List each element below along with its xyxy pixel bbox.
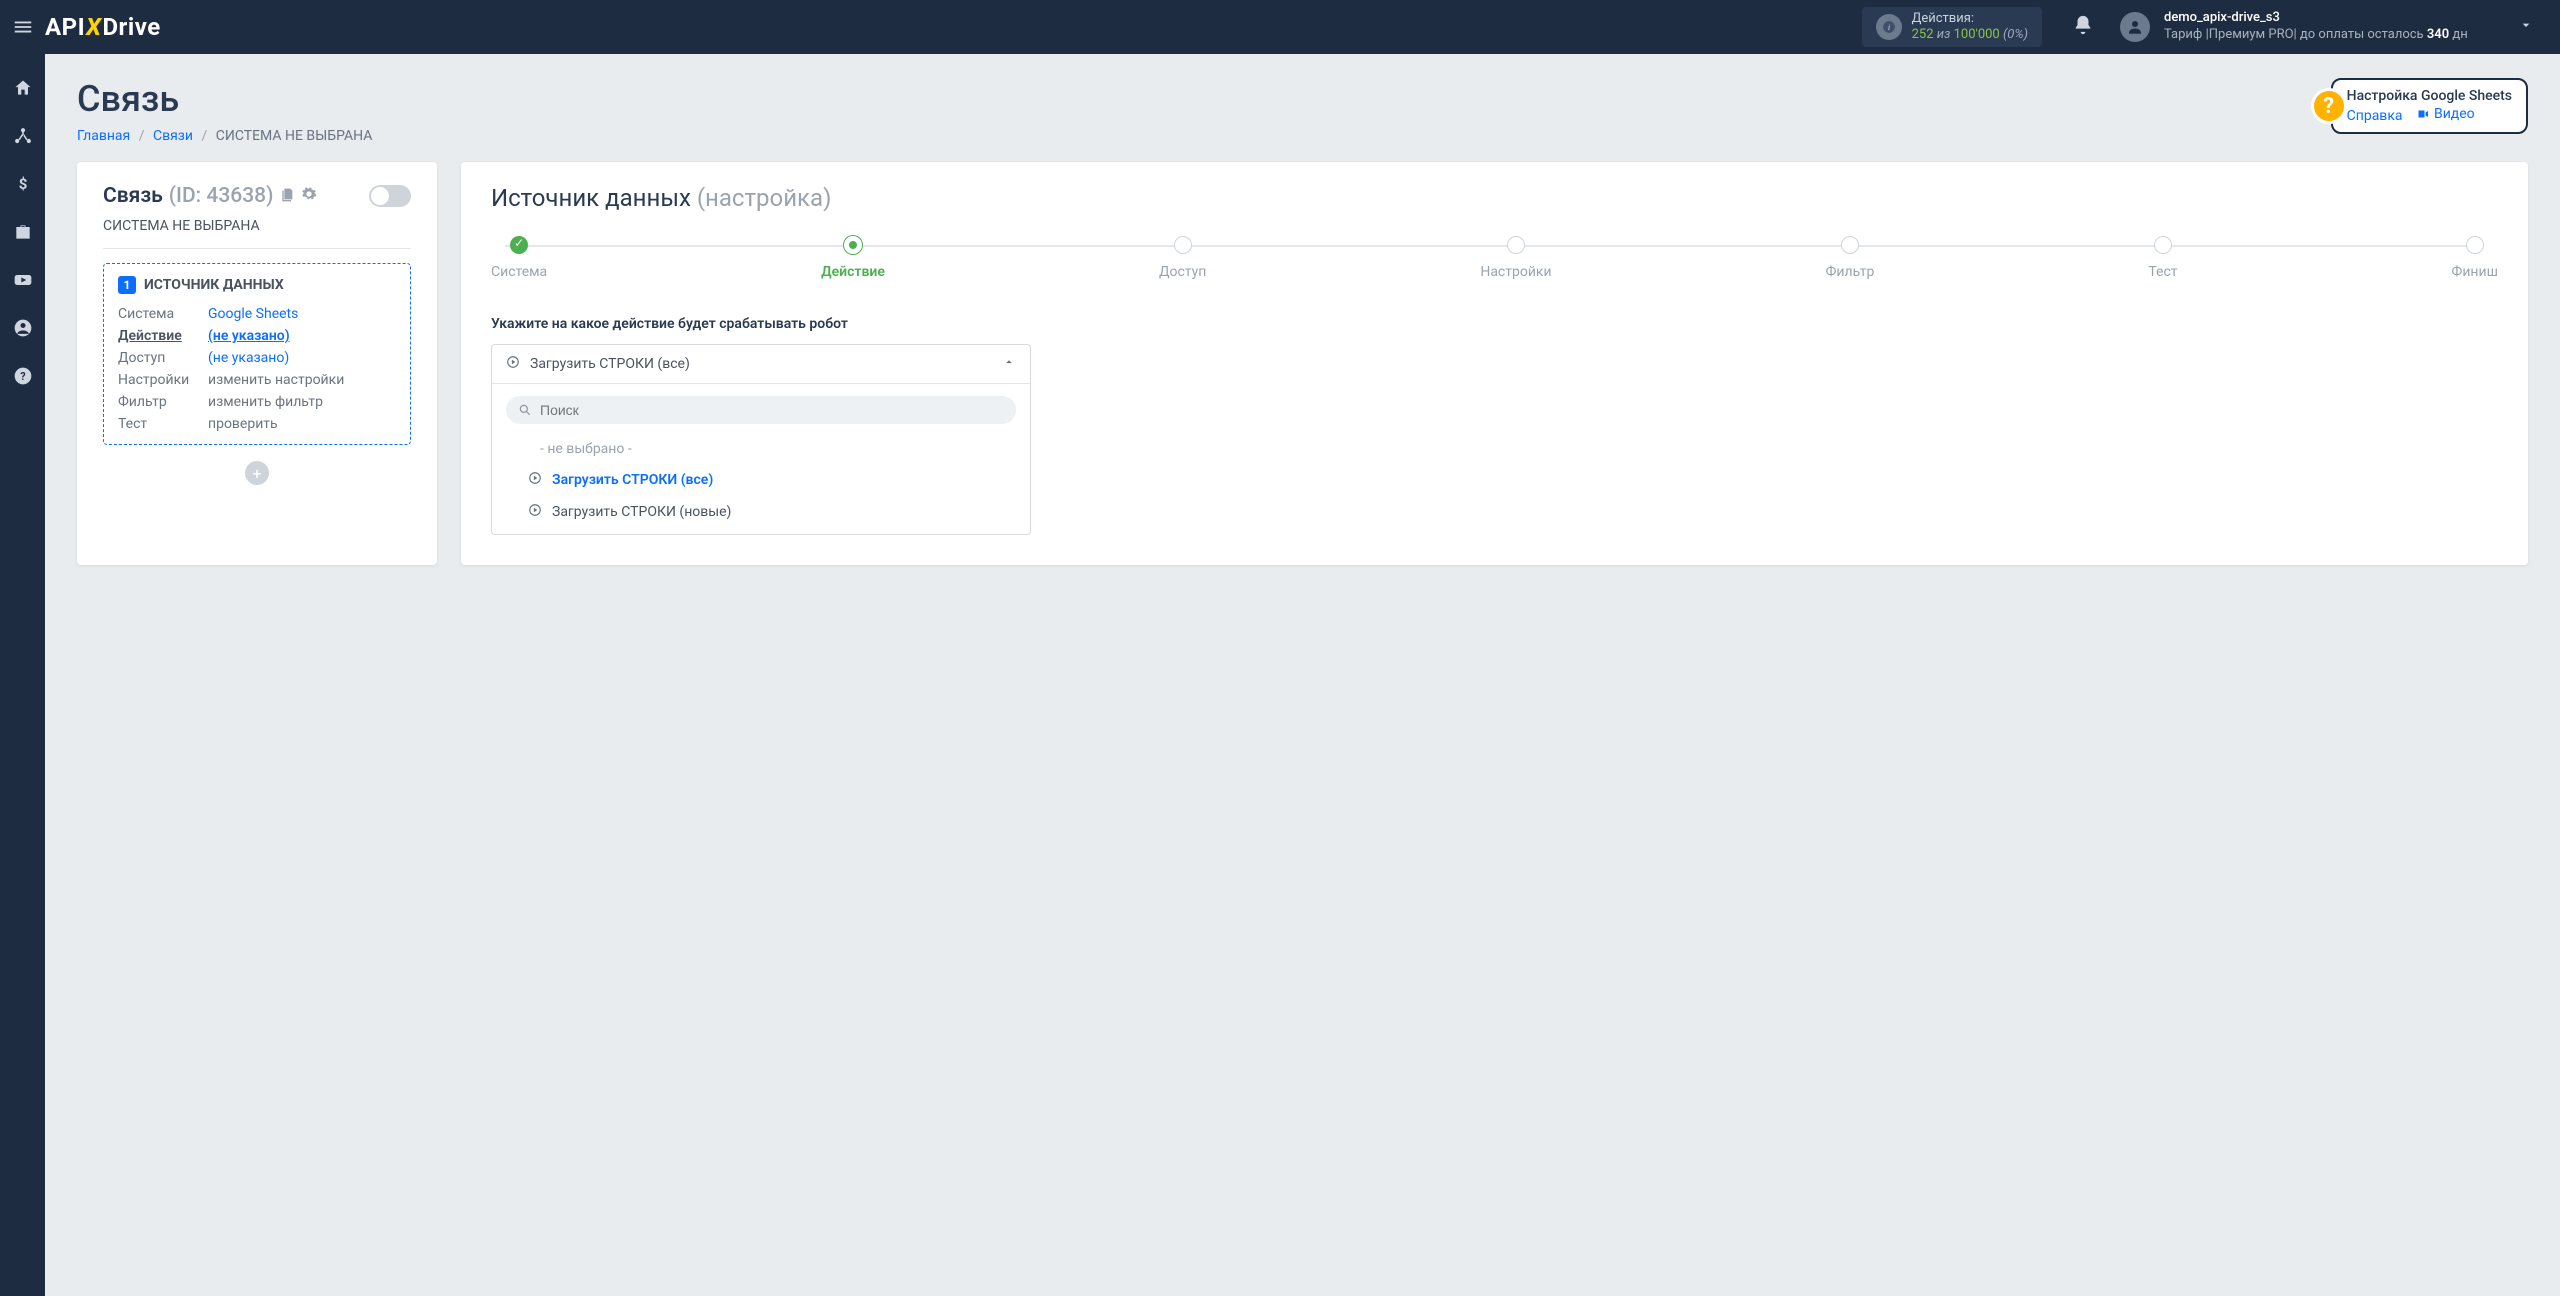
- source-box: 1 ИСТОЧНИК ДАННЫХ Система Google Sheets …: [103, 263, 411, 445]
- source-config-panel: Источник данных (настройка) Система Дейс…: [461, 162, 2528, 565]
- help-badge-icon[interactable]: ?: [2311, 88, 2347, 124]
- actions-used: 252: [1912, 27, 1934, 42]
- step-system[interactable]: Система: [491, 236, 547, 280]
- dropdown-toggle[interactable]: Загрузить СТРОКИ (все): [492, 345, 1030, 383]
- source-filter[interactable]: изменить фильтр: [208, 394, 396, 410]
- step-test[interactable]: Тест: [2148, 236, 2177, 280]
- source-test[interactable]: проверить: [208, 416, 396, 432]
- action-dropdown: Загрузить СТРОКИ (все) - не выбрано - За…: [491, 344, 1031, 535]
- actions-total: 100'000: [1954, 27, 2000, 42]
- help-box: ? Настройка Google Sheets Справка Видео: [2331, 78, 2528, 134]
- add-destination-button[interactable]: +: [245, 461, 269, 485]
- notifications-icon[interactable]: [2072, 14, 2094, 40]
- connection-id: (ID: 43638): [169, 184, 274, 208]
- play-icon: [528, 471, 542, 489]
- page-title: Связь: [77, 78, 372, 120]
- help-link[interactable]: Справка: [2347, 108, 2403, 124]
- dropdown-selected: Загрузить СТРОКИ (все): [530, 356, 690, 372]
- breadcrumb: Главная / Связи / СИСТЕМА НЕ ВЫБРАНА: [77, 128, 372, 144]
- search-icon: [518, 403, 532, 417]
- info-icon: i: [1876, 14, 1902, 40]
- chevron-down-icon: [2518, 17, 2534, 37]
- step-settings[interactable]: Настройки: [1480, 236, 1551, 280]
- stepper: Система Действие Доступ Настройки Фильтр…: [491, 236, 2498, 280]
- source-action-link[interactable]: (не указано): [208, 328, 290, 344]
- action-prompt: Укажите на какое действие будет срабатыв…: [491, 316, 2498, 332]
- step-action[interactable]: Действие: [821, 236, 885, 280]
- dropdown-option-all[interactable]: Загрузить СТРОКИ (все): [506, 464, 1016, 496]
- actions-counter[interactable]: i Действия: 252 из 100'000 (0%): [1862, 7, 2042, 48]
- user-menu[interactable]: demo_apix-drive_s3 Тариф |Премиум PRO| д…: [2120, 10, 2560, 44]
- nav-connections-icon[interactable]: [13, 126, 33, 150]
- nav-video-icon[interactable]: [13, 270, 33, 294]
- connection-toggle[interactable]: [369, 185, 411, 207]
- source-access-link[interactable]: (не указано): [208, 350, 289, 366]
- logo[interactable]: API X Drive: [45, 13, 161, 41]
- nav-account-icon[interactable]: [13, 318, 33, 342]
- nav-home-icon[interactable]: [13, 78, 33, 102]
- avatar-icon: [2120, 12, 2150, 42]
- dropdown-search[interactable]: [506, 396, 1016, 424]
- logo-drive: Drive: [102, 13, 160, 41]
- copy-icon[interactable]: [279, 184, 295, 208]
- source-number: 1: [118, 276, 136, 294]
- play-icon: [506, 355, 520, 373]
- actions-label: Действия:: [1912, 11, 2028, 27]
- step-filter[interactable]: Фильтр: [1826, 236, 1875, 280]
- svg-text:?: ?: [20, 370, 25, 383]
- play-icon: [528, 503, 542, 521]
- chevron-up-icon: [1002, 355, 1016, 373]
- connection-card: Связь (ID: 43638) СИСТЕМА НЕ ВЫБРАНА 1 И…: [77, 162, 437, 565]
- connection-status: СИСТЕМА НЕ ВЫБРАНА: [103, 218, 411, 234]
- dropdown-option-none[interactable]: - не выбрано -: [506, 434, 1016, 464]
- logo-api: API: [45, 13, 85, 41]
- step-finish[interactable]: Финиш: [2452, 236, 2498, 280]
- nav-briefcase-icon[interactable]: [13, 222, 33, 246]
- nav-help-icon[interactable]: ?: [13, 366, 33, 390]
- help-title: Настройка Google Sheets: [2347, 88, 2512, 104]
- source-system-link[interactable]: Google Sheets: [208, 306, 298, 322]
- dropdown-option-new[interactable]: Загрузить СТРОКИ (новые): [506, 496, 1016, 528]
- source-title: ИСТОЧНИК ДАННЫХ: [144, 277, 284, 293]
- dropdown-search-input[interactable]: [540, 402, 1004, 418]
- svg-text:$: $: [18, 175, 27, 193]
- breadcrumb-links[interactable]: Связи: [153, 128, 193, 144]
- panel-title: Источник данных: [491, 184, 691, 212]
- logo-x: X: [86, 13, 101, 41]
- hamburger-menu[interactable]: [0, 16, 45, 38]
- gear-icon[interactable]: [301, 184, 317, 208]
- breadcrumb-current: СИСТЕМА НЕ ВЫБРАНА: [216, 128, 373, 144]
- help-video-link[interactable]: Видео: [2416, 106, 2475, 122]
- source-settings[interactable]: изменить настройки: [208, 372, 396, 388]
- breadcrumb-home[interactable]: Главная: [77, 128, 130, 144]
- step-access[interactable]: Доступ: [1159, 236, 1206, 280]
- connection-name: Связь: [103, 184, 163, 208]
- nav-billing-icon[interactable]: $: [13, 174, 33, 198]
- user-name: demo_apix-drive_s3: [2164, 10, 2468, 27]
